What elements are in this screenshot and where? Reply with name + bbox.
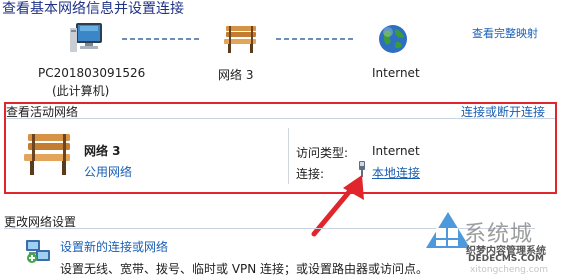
map-network-name: 网络 3: [218, 68, 254, 82]
full-map-link[interactable]: 查看完整映射: [472, 25, 538, 41]
globe-icon: [379, 25, 407, 53]
map-dash-2: [276, 38, 356, 40]
map-internet-label: Internet: [372, 66, 420, 80]
computer-sub: (此计算机): [52, 84, 110, 98]
computer-icon: [70, 23, 102, 52]
page-title: 查看基本网络信息并设置连接: [2, 1, 184, 17]
vertical-divider: [288, 128, 289, 184]
computer-name: PC201803091526: [38, 66, 146, 80]
watermark-line2: DEDECMS.COM: [468, 254, 544, 264]
network-setup-icon: [26, 240, 50, 263]
bench-icon: [224, 26, 256, 53]
access-type-value: Internet: [372, 144, 420, 158]
active-network-name: 网络 3: [84, 144, 121, 158]
setup-description: 设置无线、宽带、拨号、临时或 VPN 连接；或设置路由器或访问点。: [60, 262, 429, 276]
local-connection-link[interactable]: 本地连接: [372, 164, 420, 181]
map-dash-1: [122, 38, 202, 40]
setup-connection-link[interactable]: 设置新的连接或网络: [60, 238, 168, 255]
network-type-link[interactable]: 公用网络: [84, 163, 132, 180]
watermark-line3: xitongcheng.com: [470, 265, 548, 275]
bench-icon: [24, 134, 70, 175]
access-type-label: 访问类型:: [296, 146, 349, 160]
